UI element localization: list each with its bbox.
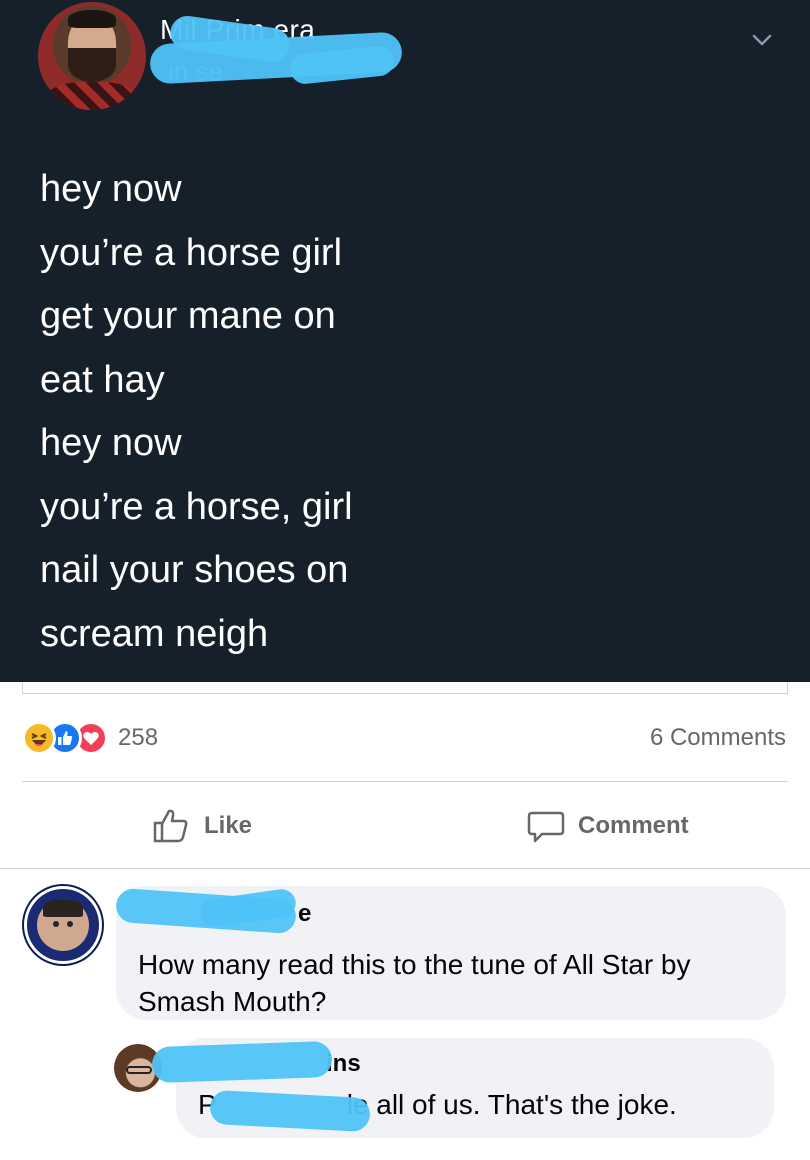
tweet-line: eat hay (40, 358, 165, 401)
like-button-label: Like (204, 812, 253, 839)
reply-text-end: le all of us. That's the joke. (346, 1089, 677, 1120)
thumbs-up-icon (153, 809, 188, 843)
chevron-down-icon[interactable] (748, 26, 776, 54)
avatar-hair (68, 10, 116, 28)
divider (22, 781, 788, 782)
avatar-hair (43, 899, 83, 917)
reaction-count[interactable]: 258 (118, 724, 158, 752)
avatar-beard (68, 48, 116, 82)
tweet-line: hey now (40, 422, 182, 464)
tweet-line: nail your shoes on (40, 549, 349, 591)
reactions-summary[interactable]: 258 (22, 718, 158, 758)
tweet-line: hey now (40, 168, 182, 210)
tweet-line: get your mane on (40, 295, 336, 337)
comment-button-label: Comment (578, 812, 689, 839)
avatar-glasses (126, 1066, 152, 1074)
tweet-line: you’re a horse girl (40, 231, 343, 274)
avatar-eye (67, 921, 73, 927)
reply-author-redaction-scribble (151, 1040, 333, 1084)
comment-button[interactable]: Comment (526, 806, 689, 846)
like-button[interactable]: Like (152, 806, 252, 846)
embed-frame-border (22, 682, 788, 694)
comment-text: How many read this to the tune of All St… (138, 949, 691, 1017)
embedded-tweet[interactable]: Mil Prim era in se hey now you’re a hors… (0, 0, 810, 682)
comments-count-link[interactable]: 6 Comments (650, 724, 786, 752)
commenter-avatar[interactable] (24, 886, 102, 964)
divider (0, 868, 810, 869)
comment-bubble-icon (527, 811, 565, 843)
comment-author-visible: e (298, 900, 312, 927)
tweet-body: hey now you’re a horse girl get your man… (40, 158, 353, 666)
tweet-line: scream neigh (40, 612, 269, 655)
avatar-shirt (46, 82, 138, 110)
haha-icon (22, 721, 56, 755)
avatar-eye (53, 921, 59, 927)
tweet-line: you’re a horse, girl (40, 485, 353, 528)
tweet-author-avatar[interactable] (38, 2, 146, 110)
